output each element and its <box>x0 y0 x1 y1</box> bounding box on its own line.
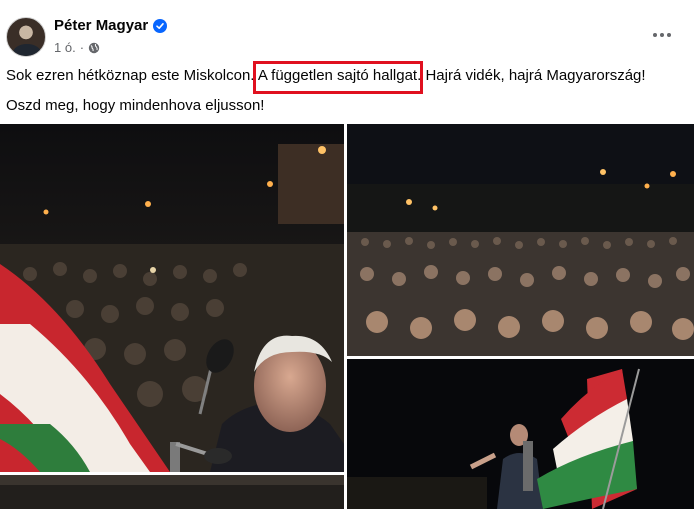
author-name[interactable]: Péter Magyar <box>54 17 148 34</box>
author-row: Péter Magyar <box>54 17 168 34</box>
highlighted-text: A független sajtó hallgat. <box>257 67 422 84</box>
verified-badge-icon <box>153 18 168 33</box>
post-text-line-1: Sok ezren hétköznap este Miskolcon. A fü… <box>6 66 686 86</box>
meta-separator: · <box>79 40 85 55</box>
post-meta: 1 ó. · <box>54 40 100 55</box>
author-avatar[interactable] <box>6 17 46 57</box>
photo-speaker-flag-stage[interactable] <box>347 359 694 509</box>
photo-speaker-with-flag[interactable] <box>0 124 344 472</box>
more-options-icon[interactable] <box>652 25 672 45</box>
photo-crowd-night[interactable] <box>347 124 694 356</box>
globe-icon <box>88 42 100 53</box>
post-text: Sok ezren hétköznap este Miskolcon. A fü… <box>6 66 686 126</box>
post-time[interactable]: 1 ó. <box>54 40 76 55</box>
post-header: Péter Magyar 1 ó. · <box>0 0 694 60</box>
photo-grid <box>0 124 694 509</box>
text-before-highlight: Sok ezren hétköznap este Miskolcon. <box>6 67 258 84</box>
text-after-highlight: Hajrá vidék, hajrá Magyarország! <box>421 67 646 84</box>
post-text-line-2: Oszd meg, hogy mindenhova eljusson! <box>6 97 265 114</box>
photo-more[interactable] <box>0 475 344 509</box>
